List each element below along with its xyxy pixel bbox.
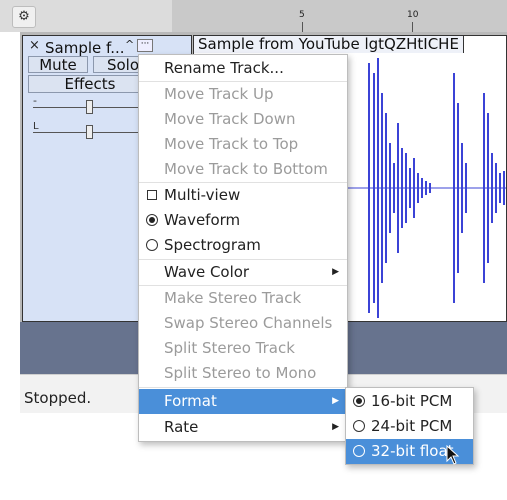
radio-icon [353,445,365,457]
format-item-16-bit-pcm[interactable]: 16-bit PCM [346,389,473,414]
collapse-track-button[interactable]: ^ [125,38,134,51]
submenu-arrow-icon: ▶ [332,267,339,277]
menu-item-move-track-up: Move Track Up [164,85,274,103]
format-item-24-bit-pcm[interactable]: 24-bit PCM [346,414,473,439]
gear-icon[interactable]: ⚙ [12,6,36,28]
mute-button[interactable]: Mute [28,56,88,74]
ruler-tick [412,22,413,32]
menu-item-format[interactable]: Format ▶ [139,389,347,414]
menu-separator [139,387,347,388]
pan-slider-thumb[interactable] [86,125,93,139]
menu-item-multi-view[interactable]: Multi-view [139,183,347,208]
menu-item-move-track-to-top: Move Track to Top [164,135,299,153]
clip-title[interactable]: Sample from YouTube lgtQZHtICHE [194,36,464,53]
menu-item-spectrogram[interactable]: Spectrogram [139,233,347,258]
menu-item-swap-stereo-channels: Swap Stereo Channels [164,314,333,332]
menu-item-move-track-down: Move Track Down [164,110,296,128]
close-track-button[interactable]: × [29,38,40,53]
gain-slider-thumb[interactable] [86,100,93,114]
ruler-tick-label: 10 [407,10,419,20]
menu-item-split-stereo-track: Split Stereo Track [164,339,295,357]
track-menu-button[interactable]: ··· [137,39,153,52]
menu-item-rate[interactable]: Rate ▶ [139,415,347,440]
submenu-arrow-icon: ▶ [332,422,339,432]
effects-button[interactable]: Effects [28,75,152,93]
status-text: Stopped. [24,389,92,407]
ruler-tick-label: 5 [299,10,305,20]
pan-left-label: L [33,121,39,132]
checkbox-icon [147,190,157,200]
mouse-cursor-icon [446,445,460,465]
radio-selected-icon [353,395,365,407]
menu-item-waveform[interactable]: Waveform [139,208,347,233]
ruler-tick [302,22,303,32]
radio-icon [146,239,158,251]
radio-selected-icon [146,214,158,226]
menu-item-rename-track[interactable]: Rename Track... [139,56,347,81]
menu-item-wave-color[interactable]: Wave Color ▶ [139,260,347,285]
gain-min-label: - [33,94,37,107]
menu-item-make-stereo-track: Make Stereo Track [164,289,302,307]
menu-item-split-stereo-to-mono: Split Stereo to Mono [164,364,317,382]
track-context-menu: Rename Track... Move Track Up Move Track… [138,54,348,442]
radio-icon [353,420,365,432]
menu-item-move-track-to-bottom: Move Track to Bottom [164,160,328,178]
submenu-arrow-icon: ▶ [332,396,339,406]
